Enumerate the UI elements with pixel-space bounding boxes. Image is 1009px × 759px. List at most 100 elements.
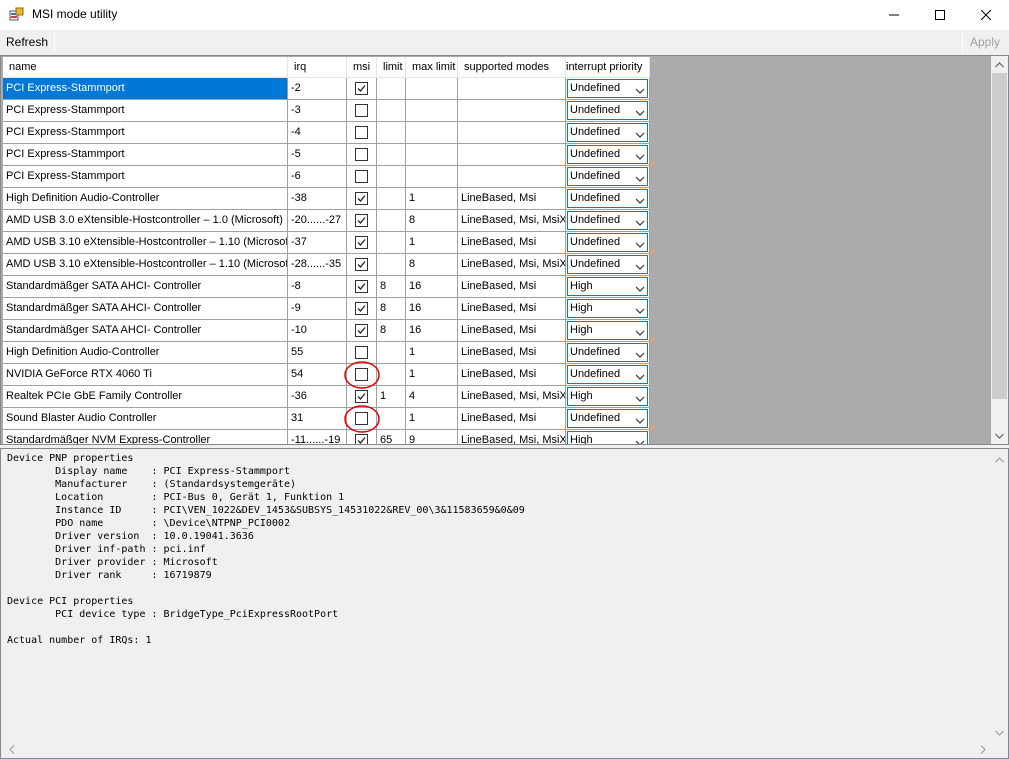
limit-cell[interactable]: [377, 364, 406, 386]
device-name-cell[interactable]: PCI Express-Stammport: [3, 144, 288, 166]
properties-horizontal-scrollbar[interactable]: [1, 741, 991, 758]
msi-checkbox[interactable]: [355, 170, 368, 183]
device-name-cell[interactable]: PCI Express-Stammport: [3, 122, 288, 144]
interrupt-priority-cell[interactable]: Undefined: [566, 166, 650, 188]
table-row[interactable]: PCI Express-Stammport -3 Undefined: [3, 100, 650, 122]
col-header-interrupt-priority[interactable]: interrupt priority: [566, 57, 650, 78]
msi-checkbox[interactable]: [355, 126, 368, 139]
limit-cell[interactable]: [377, 254, 406, 276]
limit-cell[interactable]: [377, 122, 406, 144]
table-row[interactable]: Standardmäßger NVM Express-Controller -11…: [3, 430, 650, 444]
interrupt-priority-cell[interactable]: Undefined: [566, 342, 650, 364]
table-row[interactable]: Sound Blaster Audio Controller 31 1 LineBas…: [3, 408, 650, 430]
msi-checkbox[interactable]: [355, 236, 368, 249]
grid-vertical-scrollbar[interactable]: [991, 56, 1008, 444]
irq-cell[interactable]: -37: [288, 232, 347, 254]
irq-cell[interactable]: -28......-35: [288, 254, 347, 276]
table-row[interactable]: NVIDIA GeForce RTX 4060 Ti 54 1 LineBased, …: [3, 364, 650, 386]
irq-cell[interactable]: -10: [288, 320, 347, 342]
priority-dropdown[interactable]: High: [567, 299, 648, 318]
interrupt-priority-cell[interactable]: High: [566, 298, 650, 320]
device-name-cell[interactable]: NVIDIA GeForce RTX 4060 Ti: [3, 364, 288, 386]
msi-cell[interactable]: [347, 188, 377, 210]
irq-cell[interactable]: 54: [288, 364, 347, 386]
table-row[interactable]: PCI Express-Stammport -5 Undefined: [3, 144, 650, 166]
msi-checkbox[interactable]: [355, 302, 368, 315]
interrupt-priority-cell[interactable]: Undefined: [566, 78, 650, 100]
minimize-button[interactable]: [871, 0, 917, 30]
irq-cell[interactable]: -5: [288, 144, 347, 166]
table-row[interactable]: PCI Express-Stammport -4 Undefined: [3, 122, 650, 144]
msi-cell[interactable]: [347, 342, 377, 364]
interrupt-priority-cell[interactable]: Undefined: [566, 188, 650, 210]
interrupt-priority-cell[interactable]: Undefined: [566, 122, 650, 144]
col-header-limit[interactable]: limit: [377, 57, 406, 78]
device-name-cell[interactable]: Standardmäßger SATA AHCI- Controller: [3, 276, 288, 298]
device-name-cell[interactable]: AMD USB 3.0 eXtensible-Hostcontroller – …: [3, 210, 288, 232]
msi-checkbox[interactable]: [355, 346, 368, 359]
msi-checkbox[interactable]: [355, 148, 368, 161]
properties-vertical-scrollbar[interactable]: [991, 449, 1008, 741]
irq-cell[interactable]: -3: [288, 100, 347, 122]
apply-button[interactable]: Apply: [966, 33, 1004, 52]
msi-checkbox[interactable]: [355, 192, 368, 205]
interrupt-priority-cell[interactable]: High: [566, 386, 650, 408]
device-name-cell[interactable]: Standardmäßger SATA AHCI- Controller: [3, 298, 288, 320]
msi-cell[interactable]: [347, 430, 377, 444]
table-row[interactable]: PCI Express-Stammport -6 Undefined: [3, 166, 650, 188]
device-name-cell[interactable]: Sound Blaster Audio Controller: [3, 408, 288, 430]
irq-cell[interactable]: -36: [288, 386, 347, 408]
msi-checkbox[interactable]: [355, 104, 368, 117]
priority-dropdown[interactable]: Undefined: [567, 365, 648, 384]
interrupt-priority-cell[interactable]: Undefined: [566, 144, 650, 166]
interrupt-priority-cell[interactable]: Undefined: [566, 364, 650, 386]
limit-cell[interactable]: [377, 166, 406, 188]
msi-cell[interactable]: [347, 298, 377, 320]
priority-dropdown[interactable]: High: [567, 387, 648, 406]
interrupt-priority-cell[interactable]: High: [566, 320, 650, 342]
msi-cell[interactable]: [347, 166, 377, 188]
msi-cell[interactable]: [347, 78, 377, 100]
interrupt-priority-cell[interactable]: Undefined: [566, 100, 650, 122]
table-row[interactable]: Realtek PCIe GbE Family Controller -36 1 4 L…: [3, 386, 650, 408]
irq-cell[interactable]: -20......-27: [288, 210, 347, 232]
limit-cell[interactable]: 1: [377, 386, 406, 408]
msi-cell[interactable]: [347, 386, 377, 408]
limit-cell[interactable]: [377, 408, 406, 430]
priority-dropdown[interactable]: Undefined: [567, 233, 648, 252]
table-row[interactable]: Standardmäßger SATA AHCI- Controller -10 8…: [3, 320, 650, 342]
priority-dropdown[interactable]: Undefined: [567, 409, 648, 428]
interrupt-priority-cell[interactable]: Undefined: [566, 408, 650, 430]
col-header-max-limit[interactable]: max limit: [406, 57, 458, 78]
limit-cell[interactable]: 8: [377, 276, 406, 298]
msi-cell[interactable]: [347, 144, 377, 166]
interrupt-priority-cell[interactable]: Undefined: [566, 232, 650, 254]
msi-cell[interactable]: [347, 408, 377, 430]
interrupt-priority-cell[interactable]: Undefined: [566, 254, 650, 276]
limit-cell[interactable]: 8: [377, 298, 406, 320]
msi-checkbox[interactable]: [355, 412, 368, 425]
priority-dropdown[interactable]: High: [567, 277, 648, 296]
device-name-cell[interactable]: AMD USB 3.10 eXtensible-Hostcontroller –…: [3, 232, 288, 254]
irq-cell[interactable]: -38: [288, 188, 347, 210]
msi-checkbox[interactable]: [355, 324, 368, 337]
col-header-supported-modes[interactable]: supported modes: [458, 57, 566, 78]
irq-cell[interactable]: -9: [288, 298, 347, 320]
scroll-down-icon[interactable]: [991, 427, 1008, 444]
msi-cell[interactable]: [347, 210, 377, 232]
irq-cell[interactable]: -8: [288, 276, 347, 298]
msi-cell[interactable]: [347, 320, 377, 342]
priority-dropdown[interactable]: Undefined: [567, 343, 648, 362]
msi-checkbox[interactable]: [355, 82, 368, 95]
device-name-cell[interactable]: Standardmäßger SATA AHCI- Controller: [3, 320, 288, 342]
msi-checkbox[interactable]: [355, 280, 368, 293]
msi-checkbox[interactable]: [355, 368, 368, 381]
msi-cell[interactable]: [347, 100, 377, 122]
device-name-cell[interactable]: High Definition Audio-Controller: [3, 342, 288, 364]
col-header-irq[interactable]: irq: [288, 57, 347, 78]
msi-cell[interactable]: [347, 254, 377, 276]
limit-cell[interactable]: [377, 144, 406, 166]
priority-dropdown[interactable]: Undefined: [567, 211, 648, 230]
close-button[interactable]: [963, 0, 1009, 30]
interrupt-priority-cell[interactable]: Undefined: [566, 210, 650, 232]
